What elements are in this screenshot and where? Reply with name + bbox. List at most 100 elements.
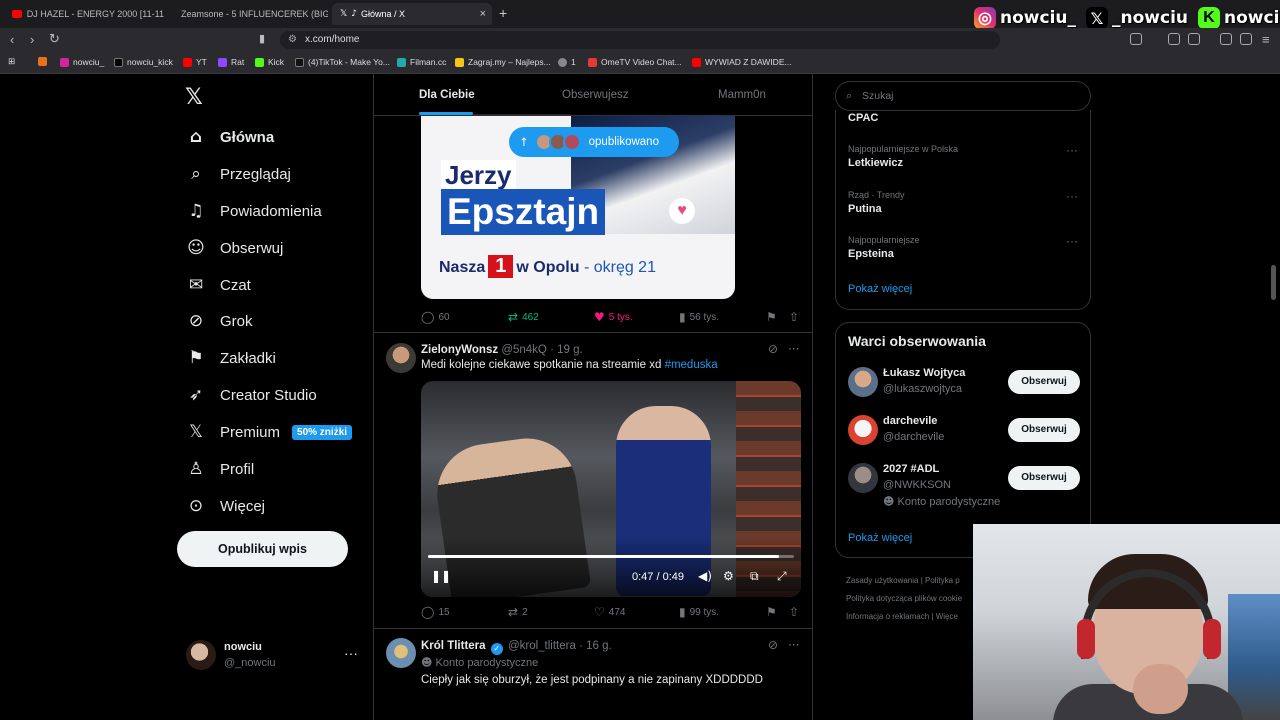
more-icon[interactable]: ··· — [788, 342, 799, 356]
nav-item-notifications[interactable]: ♫ Powiadomienia — [185, 196, 321, 226]
volume-icon[interactable]: ◀) — [698, 569, 712, 583]
media-icon[interactable] — [1220, 33, 1232, 45]
footer-link[interactable]: Polityka p — [925, 576, 960, 585]
follow-button[interactable]: Obserwuj — [1008, 370, 1080, 394]
more-icon[interactable]: ··· — [1066, 189, 1078, 203]
show-more-link[interactable]: Pokaż więcej — [848, 532, 912, 544]
bookmark-page-icon[interactable]: ▮ — [259, 32, 265, 45]
repost-button[interactable]: ⇄ 2 — [508, 605, 528, 619]
account-switcher[interactable]: nowciu @_nowciu ··· — [186, 640, 366, 672]
post-author-name[interactable]: Król Tlittera — [421, 640, 486, 652]
share-icon[interactable]: ⇧ — [789, 605, 803, 619]
avatar[interactable] — [386, 638, 416, 668]
post-author-handle[interactable]: @5n4kQ — [501, 344, 547, 356]
bookmark-item[interactable]: YT — [183, 57, 207, 67]
share-icon[interactable]: ⇧ — [789, 310, 803, 324]
more-icon[interactable]: ··· — [1066, 234, 1078, 248]
nav-item-profile[interactable]: ♙ Profil — [185, 454, 254, 484]
bookmark-item[interactable]: nowciu_ — [60, 57, 104, 67]
nav-item-home[interactable]: ⌂ Główna — [185, 122, 274, 152]
extensions-icon[interactable] — [1168, 33, 1180, 45]
close-icon[interactable]: × — [480, 8, 486, 20]
more-icon[interactable]: ··· — [344, 645, 358, 661]
nav-item-chat[interactable]: ✉ Czat — [185, 270, 251, 300]
apps-icon[interactable]: ⊞ — [8, 57, 15, 67]
nav-item-follow[interactable]: ☺ Obserwuj — [185, 233, 283, 263]
sidebar-icon[interactable] — [1188, 33, 1200, 45]
trend-name[interactable]: Letkiewicz — [848, 157, 903, 169]
fullscreen-icon[interactable]: ⤢ — [777, 569, 787, 584]
search-input[interactable]: ⌕ Szukaj — [835, 81, 1091, 111]
tab-for-you[interactable]: Dla Ciebie — [419, 89, 475, 101]
forward-icon[interactable]: › — [30, 32, 34, 47]
nav-item-creator-studio[interactable]: ➶ Creator Studio — [185, 380, 317, 410]
grok-icon[interactable]: ⊘ — [768, 638, 778, 652]
nav-item-bookmarks[interactable]: ⚑ Zakładki — [185, 343, 275, 373]
bookmark-item[interactable] — [38, 57, 51, 66]
new-tab-icon[interactable]: + — [499, 5, 507, 21]
hashtag-link[interactable]: #meduska — [665, 359, 718, 371]
footer-link[interactable]: Polityka dotycząca plików cookie — [846, 594, 962, 603]
post-time[interactable]: 16 g. — [586, 640, 612, 652]
trend-name[interactable]: Epsteina — [848, 248, 894, 260]
like-button[interactable]: ♥ 5 tys. — [594, 310, 633, 324]
bookmark-item[interactable]: Zagraj.my – Najleps... — [455, 57, 551, 67]
footer-link[interactable]: Więce — [936, 612, 958, 621]
shield-icon[interactable] — [1240, 33, 1252, 45]
views-button[interactable]: ▮ 99 tys. — [679, 605, 719, 619]
bookmark-icon[interactable]: ⚑ — [766, 310, 781, 324]
more-icon[interactable]: ··· — [1066, 143, 1078, 157]
views-button[interactable]: ▮ 56 tys. — [679, 310, 719, 324]
tab-list[interactable]: Mamm0n — [718, 89, 766, 101]
browser-tab[interactable]: DJ HAZEL - ENERGY 2000 [11-11 — [4, 3, 164, 25]
follow-suggestion[interactable]: 2027 #ADL @NWKKSON ☻ Konto parodystyczne… — [848, 463, 1080, 508]
nav-item-more[interactable]: ⊙ Więcej — [185, 491, 265, 521]
footer-link[interactable]: Informacja o reklamach — [846, 612, 929, 621]
settings-icon[interactable]: ⚙ — [723, 569, 734, 583]
reply-button[interactable]: ◯ 15 — [421, 605, 450, 619]
follow-button[interactable]: Obserwuj — [1008, 466, 1080, 490]
reload-icon[interactable]: ↻ — [49, 32, 60, 47]
reply-button[interactable]: ◯ 60 — [421, 310, 450, 324]
show-more-link[interactable]: Pokaż więcej — [848, 283, 912, 295]
bookmark-item[interactable]: Filman.cc — [397, 57, 446, 67]
bookmark-item[interactable]: Kick — [255, 57, 284, 67]
nav-item-grok[interactable]: ⊘ Grok — [185, 306, 253, 336]
site-info-icon[interactable]: ⚙ — [288, 31, 297, 49]
post-time[interactable]: 19 g. — [557, 344, 583, 356]
bookmark-item[interactable]: Rat — [218, 57, 244, 67]
avatar[interactable] — [386, 343, 416, 373]
bookmark-item[interactable]: 1 — [558, 57, 576, 67]
video-progress-bar[interactable] — [428, 555, 794, 558]
pause-icon[interactable]: ❚❚ — [431, 569, 451, 583]
bookmark-item[interactable]: (4)TikTok - Make Yo... — [295, 57, 390, 67]
grok-icon[interactable]: ⊘ — [768, 342, 778, 356]
browser-tab[interactable]: Zeamsone - 5 INFLUENCEREK (BIG B — [168, 3, 328, 25]
post-author-name[interactable]: ZielonyWonsz — [421, 344, 498, 356]
follow-suggestion[interactable]: darchevile @darchevile Obserwuj — [848, 415, 1080, 455]
back-icon[interactable]: ‹ — [10, 32, 14, 47]
follow-button[interactable]: Obserwuj — [1008, 418, 1080, 442]
trend-name[interactable]: CPAC — [848, 112, 878, 124]
browser-tab-active[interactable]: 𝕏 ♪ Główna / X × — [332, 3, 492, 25]
like-button[interactable]: ♡ 474 — [594, 605, 625, 619]
url-field[interactable]: ⚙ x.com/home — [280, 31, 1000, 49]
page-scrollbar[interactable] — [1271, 265, 1276, 300]
extension-icon[interactable] — [1130, 33, 1142, 45]
trend-name[interactable]: Putina — [848, 203, 882, 215]
repost-button[interactable]: ⇄ 462 — [508, 310, 539, 324]
bookmark-item[interactable]: nowciu_kick — [114, 57, 173, 67]
more-icon[interactable]: ··· — [788, 638, 799, 652]
nav-item-explore[interactable]: ⌕ Przeglądaj — [185, 159, 291, 189]
bookmark-item[interactable]: WYWIAD Z DAWIDE... — [692, 57, 792, 67]
menu-icon[interactable]: ≡ — [1262, 32, 1270, 47]
footer-link[interactable]: Zasady użytkowania — [846, 576, 918, 585]
follow-suggestion[interactable]: Łukasz Wojtyca @lukaszwojtyca Obserwuj — [848, 367, 1080, 407]
x-logo-icon[interactable]: 𝕏 — [185, 85, 203, 110]
tab-following[interactable]: Obserwujesz — [562, 89, 628, 101]
new-posts-pill[interactable]: ↑ opublikowano — [509, 127, 679, 157]
popout-icon[interactable]: ⧉ — [750, 569, 759, 584]
bookmark-item[interactable]: OmeTV Video Chat... — [588, 57, 682, 67]
video-player[interactable]: ❚❚ 0:47 / 0:49 ◀) ⚙ ⧉ ⤢ — [421, 381, 801, 597]
bookmark-icon[interactable]: ⚑ — [766, 605, 781, 619]
